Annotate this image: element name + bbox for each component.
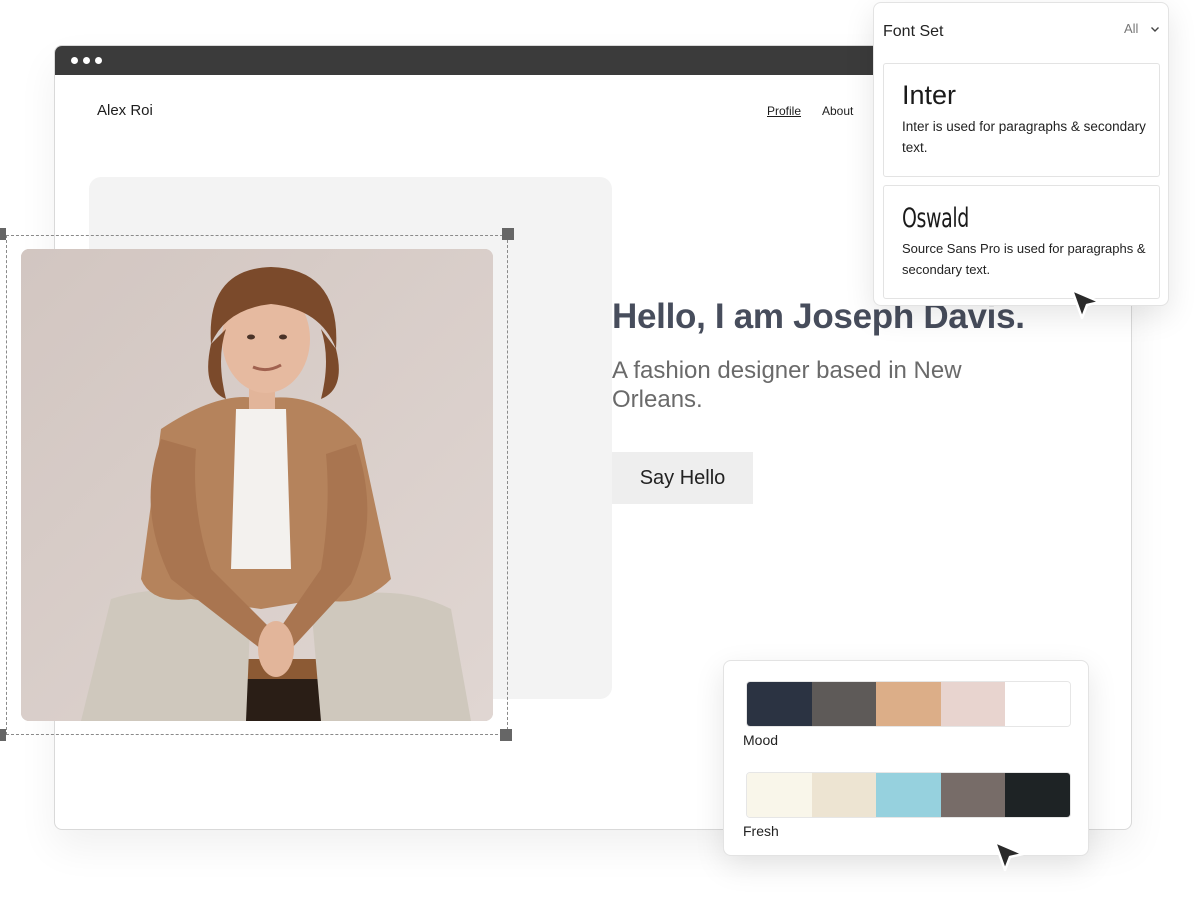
color-swatch[interactable] (747, 773, 812, 817)
profile-photo[interactable] (21, 249, 493, 721)
cursor-arrow-icon (993, 840, 1025, 872)
chevron-down-icon[interactable] (1149, 23, 1161, 35)
nav-link-about[interactable]: About (822, 104, 853, 118)
resize-handle-bottom-left[interactable] (0, 729, 6, 741)
font-set-panel: Font Set All Inter Inter is used for par… (873, 2, 1169, 306)
window-dot-icon[interactable] (71, 57, 78, 64)
font-option-card[interactable]: Oswald Source Sans Pro is used for parag… (883, 185, 1160, 299)
palette-label: Mood (743, 732, 779, 748)
font-filter-dropdown[interactable]: All (1124, 21, 1138, 36)
cursor-arrow-icon (1070, 288, 1102, 320)
hero-subtitle: A fashion designer based in New Orleans. (612, 357, 962, 413)
nav-link-profile[interactable]: Profile (767, 104, 801, 118)
palette-label: Fresh (743, 823, 779, 839)
color-swatch[interactable] (811, 682, 877, 726)
site-logo[interactable]: Alex Roi (97, 102, 153, 119)
color-swatch[interactable] (940, 682, 1006, 726)
color-swatch[interactable] (876, 773, 941, 817)
font-description: Source Sans Pro is used for paragraphs &… (902, 241, 1146, 277)
window-dot-icon[interactable] (95, 57, 102, 64)
palette-fresh-swatches[interactable] (746, 772, 1071, 818)
font-option-card[interactable]: Inter Inter is used for paragraphs & sec… (883, 63, 1160, 177)
window-dot-icon[interactable] (83, 57, 90, 64)
color-swatch[interactable] (1005, 682, 1070, 726)
resize-handle-bottom-right[interactable] (500, 729, 512, 741)
color-swatch[interactable] (1005, 773, 1070, 817)
color-swatch[interactable] (747, 682, 812, 726)
portrait-illustration (21, 249, 493, 721)
palette-mood-swatches[interactable] (746, 681, 1071, 727)
font-set-title: Font Set (883, 23, 944, 40)
font-name: Oswald (902, 203, 969, 234)
color-swatch[interactable] (876, 682, 941, 726)
font-description: Inter is used for paragraphs & secondary… (902, 119, 1146, 155)
color-swatch[interactable] (811, 773, 877, 817)
resize-handle-top-left[interactable] (0, 228, 6, 240)
say-hello-button[interactable]: Say Hello (612, 452, 753, 504)
font-name: Inter (902, 80, 957, 110)
color-palette-panel: Mood Fresh (723, 660, 1089, 856)
resize-handle-top-right[interactable] (502, 228, 514, 240)
color-swatch[interactable] (940, 773, 1006, 817)
